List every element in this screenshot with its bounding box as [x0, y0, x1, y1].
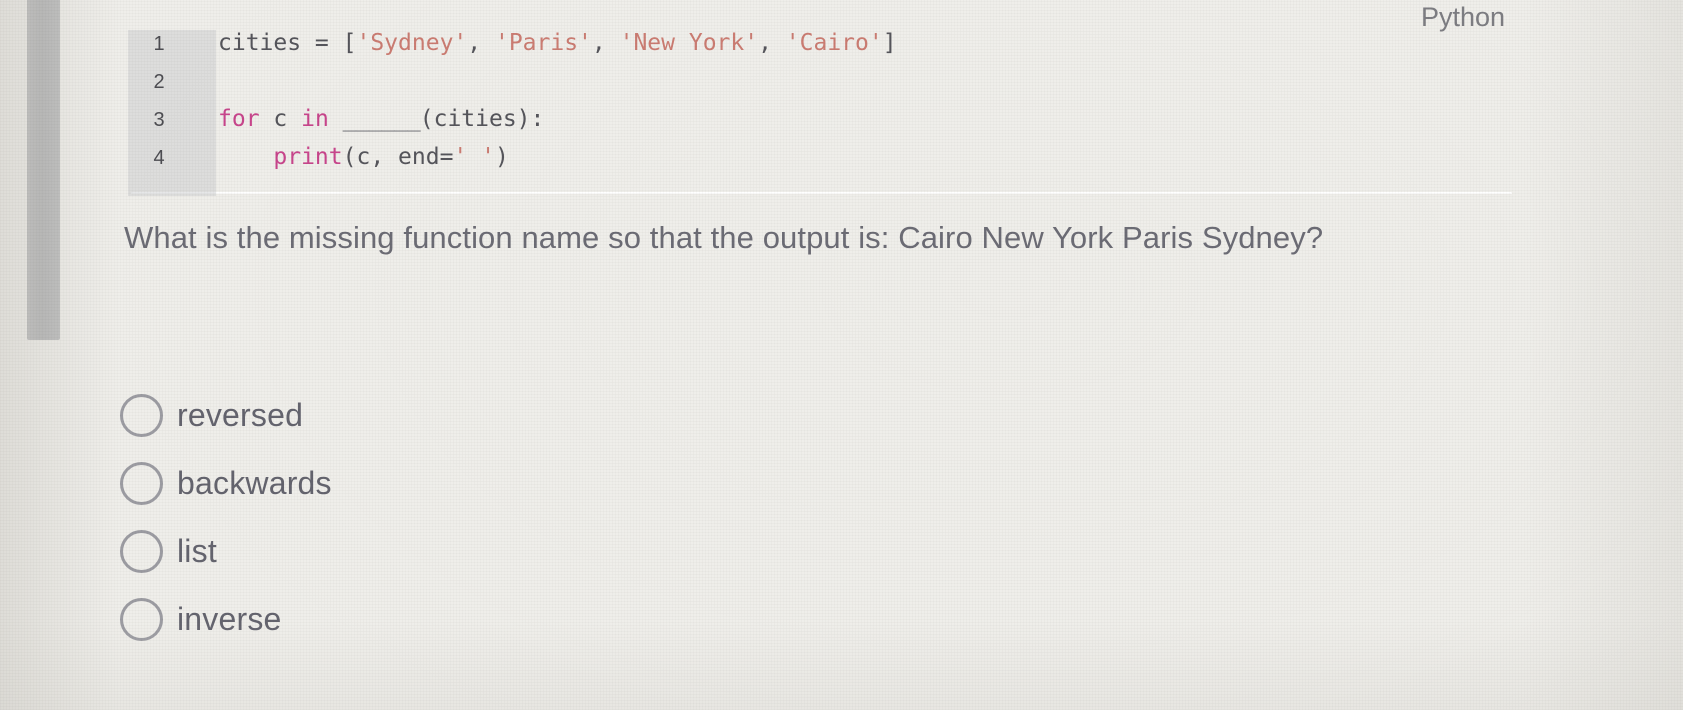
line-number: 4	[153, 147, 165, 169]
code-lines: 1 cities = ['Sydney', 'Paris', 'New York'…	[128, 24, 1518, 176]
code-token-plain: ,	[758, 30, 786, 56]
code-token-string: 'New York'	[619, 30, 759, 56]
code-line: 3 for c in ______(cities):	[128, 100, 1518, 138]
code-token-plain: ]	[882, 30, 897, 56]
code-token-plain: )	[494, 144, 509, 170]
code-token-string: 'Sydney'	[356, 30, 468, 56]
code-token-function: print	[273, 144, 343, 170]
answer-option-label: list	[177, 532, 217, 569]
code-token-keyword: for	[218, 106, 260, 132]
radio-button-icon[interactable]	[120, 529, 163, 573]
code-line: 2	[128, 62, 1518, 100]
language-label: Python	[1420, 2, 1505, 32]
vertical-scrollbar[interactable]	[27, 0, 60, 340]
radio-button-icon[interactable]	[120, 597, 163, 641]
code-token-plain: ,	[467, 30, 495, 56]
answer-option-reversed[interactable]: reversed	[120, 381, 332, 449]
section-divider	[131, 192, 1512, 195]
code-token-plain: ,	[591, 30, 620, 56]
code-token-string: ' '	[453, 144, 495, 170]
answer-option-label: inverse	[177, 600, 282, 637]
line-number: 2	[153, 71, 165, 93]
code-token-plain: (cities):	[419, 106, 545, 132]
line-number: 1	[153, 33, 165, 55]
answer-options-list: reversed backwards list inverse	[120, 381, 332, 653]
code-token-plain: (c, end=	[342, 144, 454, 170]
code-line: 1 cities = ['Sydney', 'Paris', 'New York'…	[128, 24, 1518, 62]
question-text: What is the missing function name so tha…	[124, 220, 1324, 255]
code-line-content: cities = ['Sydney', 'Paris', 'New York',…	[190, 24, 897, 62]
code-block: 1 cities = ['Sydney', 'Paris', 'New York'…	[128, 24, 1518, 196]
answer-option-inverse[interactable]: inverse	[120, 585, 332, 653]
code-line: 4 print(c, end=' ')	[128, 138, 1518, 176]
code-token-plain: cities = [	[218, 30, 357, 56]
line-number: 3	[153, 109, 165, 131]
code-token-string: 'Paris'	[494, 30, 592, 56]
radio-button-icon[interactable]	[120, 393, 163, 437]
code-token-keyword: in	[301, 106, 329, 132]
code-token-string: 'Cairo'	[785, 30, 883, 56]
answer-option-label: reversed	[177, 396, 304, 433]
radio-button-icon[interactable]	[120, 461, 163, 505]
code-token-plain: c	[259, 106, 302, 132]
code-token-blank: ______	[342, 106, 421, 132]
code-line-content: for c in ______(cities):	[190, 100, 544, 138]
answer-option-list[interactable]: list	[120, 517, 332, 585]
answer-option-backwards[interactable]: backwards	[120, 449, 332, 517]
answer-option-label: backwards	[177, 464, 332, 501]
code-line-content: print(c, end=' ')	[190, 138, 509, 176]
